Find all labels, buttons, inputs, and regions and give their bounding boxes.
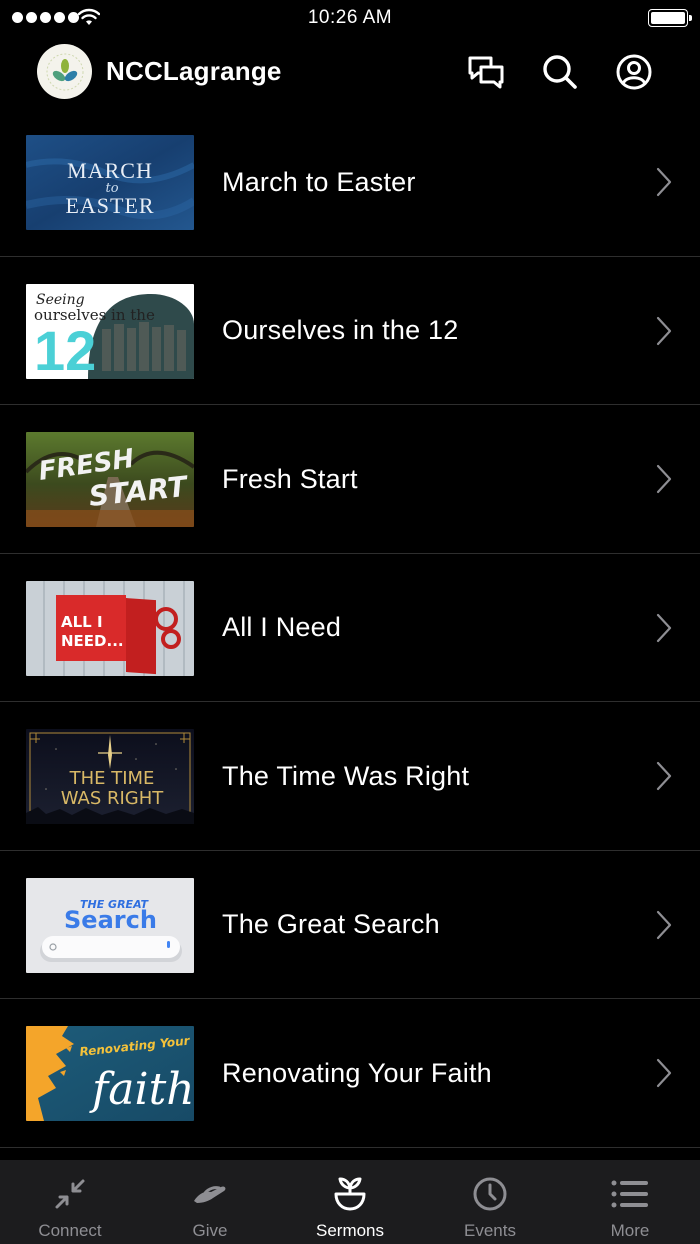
sermon-title: Ourselves in the 12 — [222, 315, 459, 345]
app-title: NCCLagrange — [106, 56, 282, 86]
sermon-thumbnail: FRESH START — [26, 432, 194, 527]
chat-icon — [468, 56, 504, 89]
status-bar: 10:26 AM — [0, 0, 700, 36]
app-header: NCCLagrange — [0, 40, 700, 104]
thumb-text: THE TIME — [69, 768, 155, 789]
thumb-text: faith — [89, 1064, 194, 1115]
sermon-thumbnail: Seeing ourselves in the 12 — [26, 283, 194, 379]
chevron-right-icon — [656, 910, 672, 939]
sermon-title: Fresh Start — [222, 463, 358, 494]
connect-icon — [50, 1174, 90, 1214]
sermon-title: All I Need — [222, 612, 342, 642]
search-icon — [543, 55, 577, 89]
tab-label: Give — [192, 1221, 228, 1240]
sermons-icon — [330, 1174, 370, 1214]
thumb-text: Search — [64, 906, 157, 934]
battery-icon — [648, 9, 692, 27]
logo-icon — [46, 53, 83, 90]
sermon-title: The Time Was Right — [222, 760, 470, 791]
sermon-thumbnail: MARCH to EASTER — [26, 135, 194, 230]
sermon-list: MARCH to EASTER March to Easter Seeing o… — [0, 108, 700, 1148]
sermon-thumbnail: Renovating Your faith — [26, 1026, 194, 1121]
tab-label: Connect — [38, 1221, 102, 1240]
tab-more[interactable]: More — [560, 1160, 700, 1244]
status-time: 10:26 AM — [307, 7, 393, 28]
tab-label: More — [610, 1221, 650, 1240]
tab-bar: Connect Give Sermons Events More — [0, 1160, 700, 1244]
thumb-text: EASTER — [65, 193, 154, 218]
give-icon — [190, 1174, 230, 1214]
more-icon — [610, 1174, 650, 1214]
chevron-right-icon — [656, 464, 672, 494]
sermon-row-all-i-need[interactable]: ALL I NEED... All I Need — [0, 554, 700, 702]
thumb-text: 12 — [34, 319, 96, 379]
sermon-title: The Great Search — [222, 909, 440, 939]
events-icon — [470, 1174, 510, 1214]
thumb-text: NEED... — [61, 632, 124, 650]
sermon-thumbnail: THE GREAT Search — [26, 877, 194, 973]
profile-button[interactable] — [614, 52, 654, 92]
chevron-right-icon — [656, 1058, 672, 1088]
chevron-right-icon — [656, 316, 672, 345]
thumb-text: WAS RIGHT — [61, 788, 165, 809]
church-logo[interactable] — [37, 44, 92, 99]
chevron-right-icon — [656, 613, 672, 642]
messages-button[interactable] — [466, 52, 506, 92]
tab-connect[interactable]: Connect — [0, 1160, 140, 1244]
sermon-title: Renovating Your Faith — [222, 1057, 492, 1088]
tab-give[interactable]: Give — [140, 1160, 280, 1244]
chevron-right-icon — [656, 167, 672, 197]
sermon-row-the-time-was-right[interactable]: THE TIME WAS RIGHT The Time Was Right — [0, 702, 700, 851]
tab-label: Events — [464, 1221, 516, 1240]
sermon-title: March to Easter — [222, 166, 416, 197]
tab-sermons[interactable]: Sermons — [280, 1160, 420, 1244]
search-button[interactable] — [540, 52, 580, 92]
thumb-text: ALL I — [61, 613, 103, 631]
thumb-text: MARCH — [67, 158, 153, 183]
sermon-row-the-great-search[interactable]: THE GREAT Search The Great Search — [0, 851, 700, 999]
tab-events[interactable]: Events — [420, 1160, 560, 1244]
user-icon — [616, 54, 652, 90]
chevron-right-icon — [656, 761, 672, 791]
sermon-thumbnail: THE TIME WAS RIGHT — [26, 729, 194, 824]
sermon-row-renovating-your-faith[interactable]: Renovating Your faith Renovating Your Fa… — [0, 999, 700, 1148]
tab-label: Sermons — [315, 1221, 385, 1240]
sermon-row-fresh-start[interactable]: FRESH START Fresh Start — [0, 405, 700, 554]
sermon-row-ourselves-in-the-12[interactable]: Seeing ourselves in the 12 Ourselves in … — [0, 257, 700, 405]
sermon-row-march-to-easter[interactable]: MARCH to EASTER March to Easter — [0, 108, 700, 257]
sermon-thumbnail: ALL I NEED... — [26, 580, 194, 676]
